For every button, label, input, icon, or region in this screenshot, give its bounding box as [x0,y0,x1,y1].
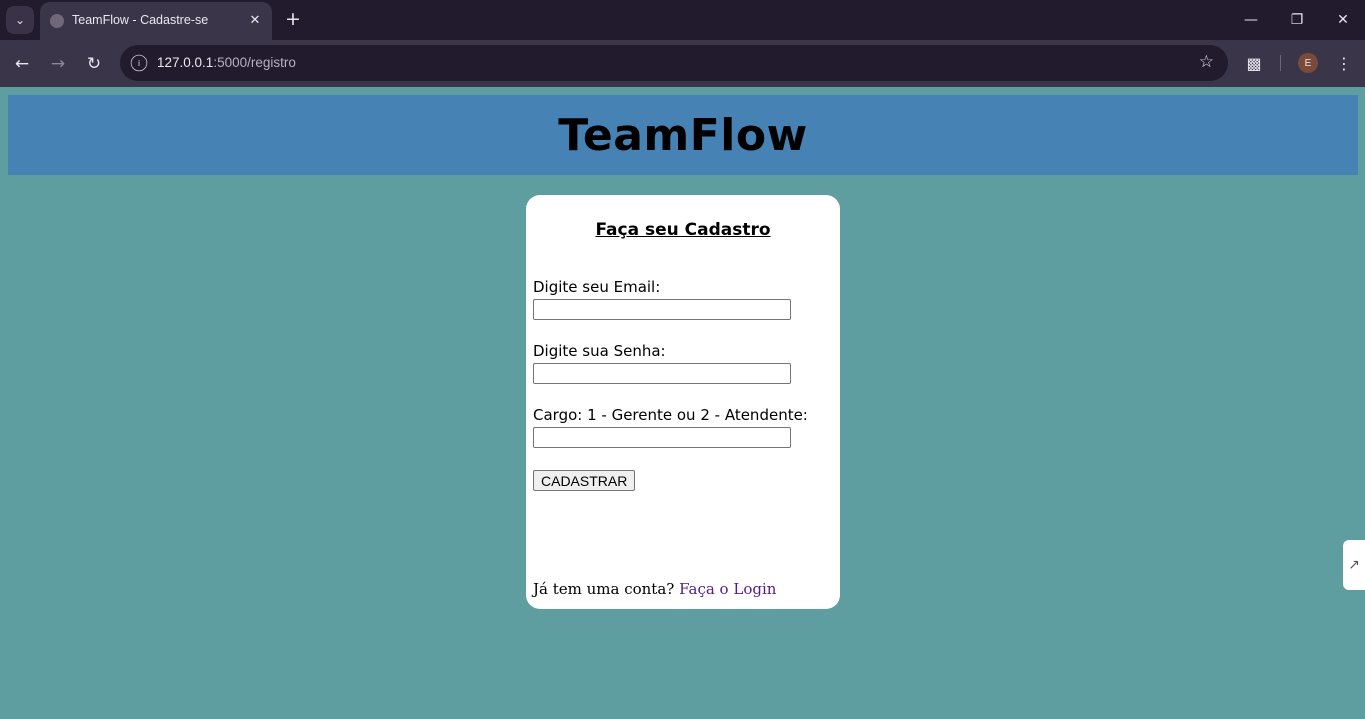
email-label: Digite seu Email: [533,278,661,296]
reload-icon[interactable]: ↻ [81,51,107,77]
browser-tab[interactable]: TeamFlow - Cadastre-se ✕ [40,2,272,40]
star-icon[interactable]: ☆ [1199,52,1214,72]
login-link[interactable]: Faça o Login [679,580,776,598]
form-title: Faça seu Cadastro [595,220,771,240]
address-bar[interactable]: i 127.0.0.1:5000/registro ☆ [120,45,1228,81]
plus-icon[interactable]: + [282,8,304,30]
minimize-icon[interactable]: — [1239,8,1263,32]
registration-card: Faça seu Cadastro Digite seu Email: Digi… [526,195,840,609]
url-text[interactable]: 127.0.0.1:5000/registro [157,55,296,70]
url-path: :5000/registro [213,55,296,70]
role-field[interactable] [533,427,791,448]
browser-toolbar: ← → ↻ i 127.0.0.1:5000/registro ☆ [0,40,1365,87]
email-field[interactable] [533,299,791,320]
forward-arrow-icon[interactable]: → [45,51,71,77]
url-host: 127.0.0.1 [157,55,214,70]
puzzle-icon[interactable]: ▩ [1243,52,1265,74]
login-prompt: Já tem uma conta? Faça o Login [533,580,776,598]
close-icon[interactable]: ✕ [246,11,264,29]
password-field[interactable] [533,363,791,384]
role-label: Cargo: 1 - Gerente ou 2 - Atendente: [533,406,808,424]
side-panel-handle[interactable]: ↗ [1343,540,1365,590]
register-button[interactable]: CADASTRAR [533,470,636,491]
page-title: TeamFlow [558,109,808,161]
back-arrow-icon[interactable]: ← [9,51,35,77]
toolbar-divider [1280,55,1281,71]
chevron-down-icon[interactable]: ⌄ [6,6,34,34]
tab-title: TeamFlow - Cadastre-se [72,13,209,27]
restore-icon[interactable]: ❐ [1285,8,1309,32]
kebab-menu-icon[interactable]: ⋮ [1334,52,1354,74]
login-prompt-text: Já tem uma conta? [533,580,675,598]
site-header: TeamFlow [8,95,1358,175]
password-label: Digite sua Senha: [533,342,666,360]
window-close-icon[interactable]: ✕ [1331,8,1355,32]
avatar[interactable]: E [1298,53,1318,73]
globe-icon [50,14,64,28]
info-icon[interactable]: i [130,54,148,72]
browser-tab-bar: ⌄ TeamFlow - Cadastre-se ✕ + — ❐ ✕ [0,0,1365,40]
